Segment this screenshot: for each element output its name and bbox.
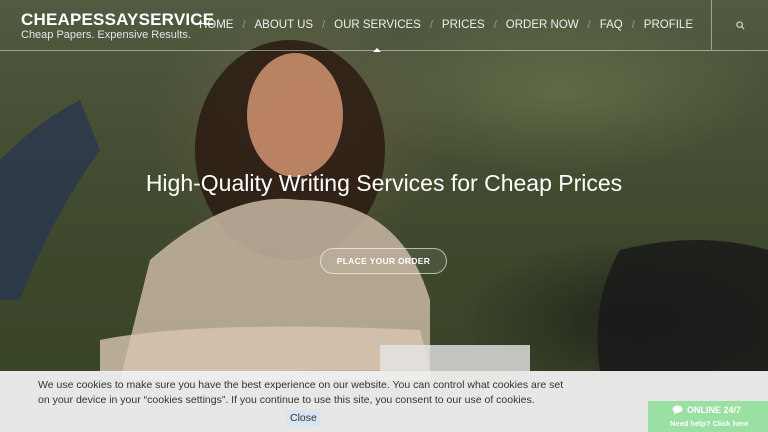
place-order-button[interactable]: PLACE YOUR ORDER [320, 248, 447, 274]
chat-prompt: Need help? Click here [670, 419, 749, 428]
site-header: CHEAPESSAYSERVICE Cheap Papers. Expensiv… [0, 0, 768, 52]
brand-title[interactable]: CHEAPESSAYSERVICE [21, 11, 214, 29]
chat-status: ONLINE 24/7 [687, 405, 742, 415]
live-chat-widget[interactable]: ONLINE 24/7 Need help? Click here [648, 401, 768, 432]
nav-item-order-now[interactable]: ORDER NOW [497, 19, 588, 31]
brand-tagline: Cheap Papers. Expensive Results. [21, 29, 191, 41]
search-button[interactable] [711, 0, 768, 50]
main-nav: HOME / ABOUT US / OUR SERVICES / PRICES … [190, 0, 702, 52]
cookie-banner-text: We use cookies to make sure you have the… [38, 379, 564, 406]
nav-item-prices[interactable]: PRICES [433, 19, 494, 31]
nav-item-our-services[interactable]: OUR SERVICES [325, 19, 430, 52]
search-icon [735, 20, 744, 29]
nav-item-profile[interactable]: PROFILE [635, 19, 702, 31]
cookie-close-button[interactable]: Close [287, 410, 320, 426]
hero-headline: High-Quality Writing Services for Cheap … [145, 170, 623, 197]
hero-photo [0, 40, 768, 380]
brand[interactable]: CHEAPESSAYSERVICE Cheap Papers. Expensiv… [21, 11, 214, 42]
chat-bubble-icon [672, 405, 683, 415]
nav-item-home[interactable]: HOME [190, 19, 243, 31]
chat-status-row: ONLINE 24/7 [672, 405, 741, 415]
nav-item-about-us[interactable]: ABOUT US [246, 19, 323, 31]
nav-item-faq[interactable]: FAQ [591, 19, 632, 31]
